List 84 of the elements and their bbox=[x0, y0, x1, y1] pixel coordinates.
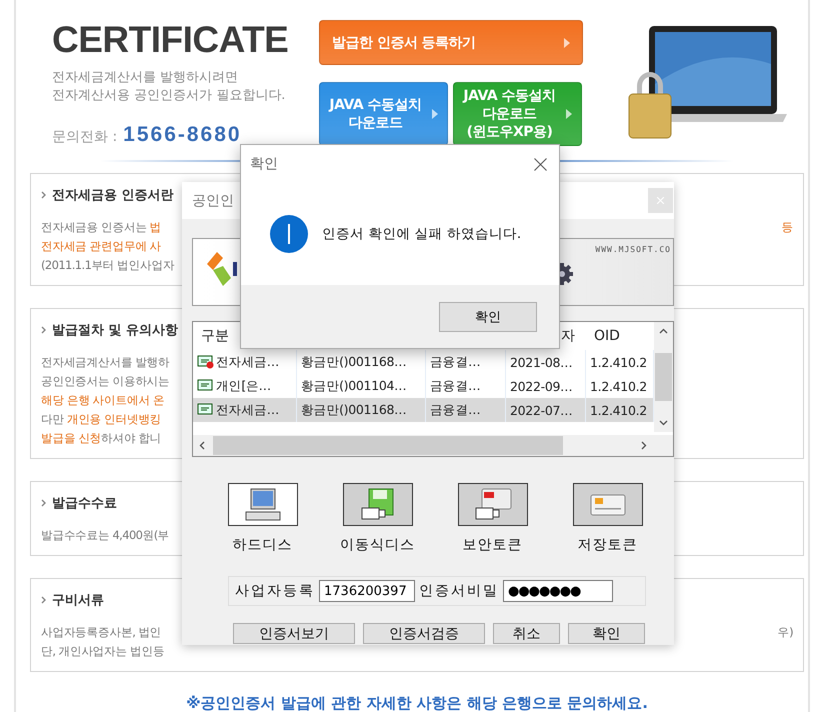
dialog-button[interactable]: 확인 bbox=[568, 623, 645, 644]
section-text: 전자세금 관련업무에 사 bbox=[41, 238, 162, 255]
storage-button[interactable] bbox=[228, 483, 298, 526]
dialog-title: 공인인 bbox=[192, 192, 234, 210]
table-cell: 황금만()001104… bbox=[301, 378, 406, 394]
table-cell: 전자세금… bbox=[216, 354, 280, 370]
alert-title: 확인 bbox=[250, 155, 278, 173]
scroll-left-icon bbox=[199, 441, 205, 450]
business-number-field[interactable]: 1736200397 bbox=[319, 580, 415, 602]
website-text: WWW.MJSOFT.CO bbox=[595, 245, 671, 256]
table-cell: 1.2.410.2 bbox=[590, 378, 647, 394]
field-label: 인증서비밀 bbox=[419, 582, 499, 600]
scroll-down-icon bbox=[659, 420, 668, 426]
storage-button[interactable] bbox=[342, 483, 412, 526]
close-icon bbox=[657, 197, 664, 204]
usb-floppy-icon bbox=[360, 488, 394, 522]
info-icon bbox=[270, 215, 308, 253]
chevron-icon bbox=[41, 596, 46, 604]
section-text: 등 bbox=[782, 219, 793, 236]
storage-label: 하드디스 bbox=[232, 536, 292, 554]
section-heading: 발급수수료 bbox=[52, 495, 117, 512]
table-cell: 전자세금… bbox=[216, 402, 280, 418]
section-text: 해당 은행 사이트에서 온 bbox=[41, 392, 164, 409]
dialog-button[interactable]: 인증서검증 bbox=[363, 623, 485, 644]
table-cell: 2022-09… bbox=[510, 378, 572, 394]
arrow-right-icon bbox=[566, 108, 572, 118]
table-cell: 금융결… bbox=[430, 354, 480, 370]
column-header: 자 bbox=[560, 327, 576, 346]
scroll-right-icon bbox=[641, 441, 647, 450]
scroll-up-icon bbox=[659, 328, 668, 334]
section-text: 사업자등록증사본, 법인 bbox=[41, 624, 162, 641]
dialog-button[interactable]: 취소 bbox=[493, 623, 560, 644]
vertical-scrollbar[interactable] bbox=[654, 322, 673, 432]
password-field[interactable]: ●●●●●●● bbox=[503, 580, 613, 602]
storage-button[interactable] bbox=[458, 483, 528, 526]
smart-card-icon bbox=[590, 494, 626, 516]
section-text: 우) bbox=[778, 624, 793, 641]
table-cell: 2021-08… bbox=[510, 354, 572, 370]
section-text: 공인인증서는 이용하시는 bbox=[41, 373, 170, 390]
section-text: 발급을 신청하셔야 합니 bbox=[41, 430, 162, 447]
table-cell: 1.2.410.2 bbox=[590, 402, 647, 418]
table-cell: 금융결… bbox=[430, 378, 480, 394]
table-cell: 황금만()001168… bbox=[301, 402, 406, 418]
table-cell: 개인[은… bbox=[216, 378, 271, 394]
storage-label: 이동식디스 bbox=[340, 536, 415, 554]
phone-number: 1566-8680 bbox=[123, 123, 242, 147]
section-text: 발급수수료는 4,400원(부 bbox=[41, 527, 170, 544]
arrow-right-icon bbox=[564, 38, 570, 48]
storage-label: 보안토큰 bbox=[462, 536, 522, 554]
table-cell: 금융결… bbox=[430, 402, 480, 418]
section-heading: 발급절차 및 유의사항 bbox=[52, 322, 178, 339]
section-text: 단, 개인사업자는 법인등 bbox=[41, 643, 164, 660]
section-heading: 전자세금용 인증서란 bbox=[52, 187, 174, 204]
section-text: (2011.1.1부터 법인사업자 bbox=[41, 257, 174, 274]
field-label: 사업자등록 bbox=[235, 582, 315, 600]
storage-button[interactable] bbox=[572, 483, 642, 526]
section-text: 전자세금용 인증서는 법 bbox=[41, 219, 162, 236]
alert-message: 인증서 확인에 실패 하였습니다. bbox=[322, 225, 522, 243]
column-header: OID bbox=[593, 327, 621, 346]
section-text: 전자세금계산서를 발행하 bbox=[41, 354, 170, 371]
section-text: 다만 개인용 인터넷뱅킹 bbox=[41, 411, 162, 428]
usb-token-icon bbox=[474, 488, 512, 522]
certificate-row[interactable]: 전자세금… 황금만()001168… 금융결… 2021-08… 1.2.410.2 bbox=[193, 350, 654, 374]
dialog-button[interactable]: 인증서보기 bbox=[233, 623, 355, 644]
table-cell: 황금만()001168… bbox=[301, 354, 406, 370]
table-cell: 2022-07… bbox=[510, 402, 572, 418]
certificate-row[interactable]: 전자세금… 황금만()001168… 금융결… 2022-07… 1.2.410.2 bbox=[193, 398, 654, 422]
phone-label: 문의전화 : bbox=[52, 128, 118, 146]
chevron-icon bbox=[41, 326, 46, 334]
close-icon[interactable] bbox=[534, 158, 547, 170]
table-cell: 1.2.410.2 bbox=[590, 354, 647, 370]
arrow-right-icon bbox=[432, 108, 438, 118]
footer-note: ※공인인증서 발급에 관한 자세한 사항은 해당 은행으로 문의하세요. bbox=[185, 694, 649, 712]
column-header: 구분 bbox=[200, 327, 230, 346]
subtitle-text: 전자계산서용 공인인증서가 필요합니다. bbox=[52, 87, 286, 105]
computer-icon bbox=[244, 488, 280, 522]
subtitle-text: 전자세금계산서를 발행하시려면 bbox=[52, 69, 240, 87]
page-title: CERTIFICATE bbox=[52, 20, 290, 60]
storage-label: 저장토큰 bbox=[578, 536, 638, 554]
chevron-icon bbox=[41, 191, 46, 199]
ok-button[interactable]: 확인 bbox=[439, 302, 537, 332]
chevron-icon bbox=[41, 499, 46, 507]
section-heading: 구비서류 bbox=[52, 592, 104, 609]
horizontal-scrollbar[interactable] bbox=[193, 435, 673, 456]
